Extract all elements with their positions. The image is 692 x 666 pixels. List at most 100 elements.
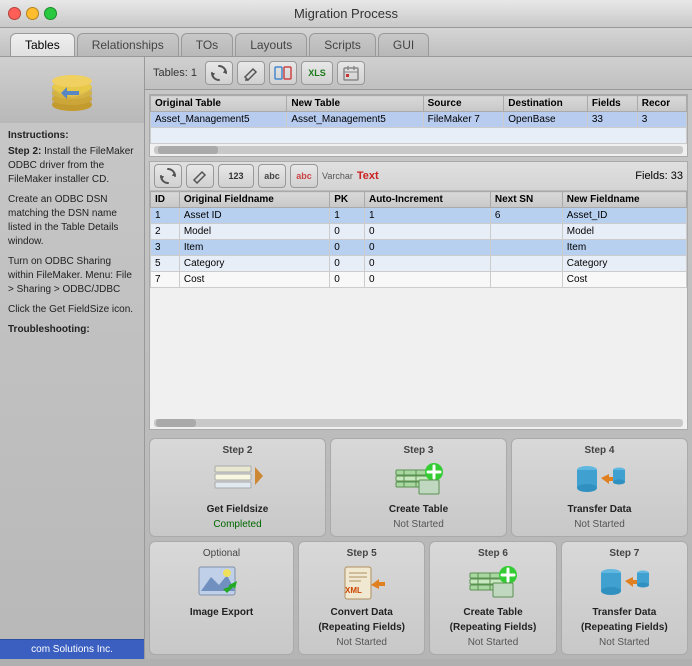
step-2-box[interactable]: Step 2 Get Fieldsize Completed [149, 438, 326, 537]
cell-source: FileMaker 7 [423, 112, 504, 128]
step-4-box[interactable]: Step 4 Transfer Data [511, 438, 688, 537]
step4-number: Step 4 [584, 445, 614, 456]
main-layout: Instructions: Step 2: Install the FileMa… [0, 57, 692, 659]
step2-text2: Create an ODBC DSN matching the DSN name… [8, 193, 136, 249]
tab-scripts[interactable]: Scripts [309, 33, 376, 56]
field-cell: Item [562, 240, 686, 256]
field-toolbar: 123 abc abc Varchar Text Fields: 33 [150, 162, 687, 191]
field-cell [490, 224, 562, 240]
close-button[interactable] [8, 7, 21, 20]
troubleshooting-title: Troubleshooting: [8, 323, 136, 337]
step5-name2: (Repeating Fields) [318, 622, 405, 633]
step7-name2: (Repeating Fields) [581, 622, 668, 633]
step-7-box[interactable]: Step 7 Transfer Data (Repea [561, 541, 688, 655]
tables-label: Tables: 1 [153, 67, 197, 79]
table-row-empty [151, 128, 687, 144]
number-type-icon[interactable]: 123 [218, 164, 254, 188]
field-cell: Asset_ID [562, 208, 686, 224]
fcol-auto: Auto-Increment [364, 192, 490, 208]
field-row[interactable]: 7Cost00Cost [151, 272, 687, 288]
field-row[interactable]: 1Asset ID116Asset_ID [151, 208, 687, 224]
field-row[interactable]: 3Item00Item [151, 240, 687, 256]
sidebar-bottom-label: com Solutions Inc. [0, 639, 144, 659]
field-cell: Category [562, 256, 686, 272]
step6-name1: Create Table [463, 607, 522, 618]
fields-table: ID Original Fieldname PK Auto-Increment … [150, 191, 687, 288]
step2-text4: Click the Get FieldSize icon. [8, 303, 136, 317]
sidebar-logo [0, 57, 144, 123]
field-cell: 1 [151, 208, 180, 224]
cell-new-table: Asset_Management5 [287, 112, 423, 128]
step6-name2: (Repeating Fields) [450, 622, 537, 633]
col-destination: Destination [504, 96, 588, 112]
image-export-label: Image Export [190, 607, 253, 618]
step3-number: Step 3 [403, 445, 433, 456]
step3-name: Create Table [389, 504, 448, 515]
step7-status: Not Started [599, 637, 650, 648]
refresh-button[interactable] [205, 61, 233, 85]
step7-number: Step 7 [609, 548, 639, 559]
title-bar: Migration Process [0, 0, 692, 28]
window-controls[interactable] [8, 7, 57, 20]
calendar-button[interactable] [337, 61, 365, 85]
step7-name1: Transfer Data [592, 607, 656, 618]
tab-tables[interactable]: Tables [10, 33, 75, 56]
field-cell [490, 256, 562, 272]
sidebar: Instructions: Step 2: Install the FileMa… [0, 57, 145, 659]
tab-relationships[interactable]: Relationships [77, 33, 179, 56]
main-toolbar: Tables: 1 [145, 57, 692, 90]
edit-fields-button[interactable] [186, 164, 214, 188]
tab-gui[interactable]: GUI [378, 33, 429, 56]
optional-image-export-box[interactable]: Optional Image Export [149, 541, 294, 655]
tab-tos[interactable]: TOs [181, 33, 233, 56]
xls-button[interactable]: XLS [301, 61, 333, 85]
col-original-table: Original Table [151, 96, 287, 112]
optional-label: Optional [203, 548, 240, 559]
step5-status: Not Started [336, 637, 387, 648]
cell-fields: 33 [587, 112, 637, 128]
refresh-fields-button[interactable] [154, 164, 182, 188]
tab-layouts[interactable]: Layouts [235, 33, 307, 56]
svg-text:XML: XML [345, 586, 362, 595]
field-cell: 0 [364, 224, 490, 240]
text-label: Text [357, 170, 379, 182]
fields-section: 123 abc abc Varchar Text Fields: 33 [149, 161, 688, 430]
fields-table-container[interactable]: ID Original Fieldname PK Auto-Increment … [150, 191, 687, 417]
maximize-button[interactable] [44, 7, 57, 20]
col-fields: Fields [587, 96, 637, 112]
fcol-original: Original Fieldname [179, 192, 329, 208]
field-row[interactable]: 5Category00Category [151, 256, 687, 272]
tables-section: Original Table New Table Source Destinat… [149, 94, 688, 157]
col-new-table: New Table [287, 96, 423, 112]
step5-number: Step 5 [347, 548, 377, 559]
step2-label: Step 2: [8, 146, 41, 157]
step4-icon [575, 460, 625, 500]
step4-name: Transfer Data [568, 504, 632, 515]
step2-text3: Turn on ODBC Sharing within FileMaker. M… [8, 255, 136, 297]
step6-status: Not Started [468, 637, 519, 648]
field-cell: 0 [330, 272, 365, 288]
step-5-box[interactable]: Step 5 XML Convert Data [298, 541, 425, 655]
varchar-label: Varchar [322, 171, 353, 181]
text-type2-icon[interactable]: abc [290, 164, 318, 188]
columns-button[interactable] [269, 61, 297, 85]
field-row[interactable]: 2Model00Model [151, 224, 687, 240]
step-3-box[interactable]: Step 3 [330, 438, 507, 537]
step2-status: Completed [213, 519, 261, 530]
step3-icon [394, 460, 444, 500]
field-cell: Model [562, 224, 686, 240]
step-6-box[interactable]: Step 6 [429, 541, 556, 655]
step3-status: Not Started [393, 519, 444, 530]
table-row[interactable]: Asset_Management5 Asset_Management5 File… [151, 112, 687, 128]
text-type-icon[interactable]: abc [258, 164, 286, 188]
app-logo-icon [47, 65, 97, 115]
cell-destination: OpenBase [504, 112, 588, 128]
tables-table: Original Table New Table Source Destinat… [150, 95, 687, 144]
minimize-button[interactable] [26, 7, 39, 20]
fcol-id: ID [151, 192, 180, 208]
field-cell: Category [179, 256, 329, 272]
field-cell: 3 [151, 240, 180, 256]
window-title: Migration Process [294, 6, 398, 21]
edit-button[interactable] [237, 61, 265, 85]
fcol-nextsn: Next SN [490, 192, 562, 208]
